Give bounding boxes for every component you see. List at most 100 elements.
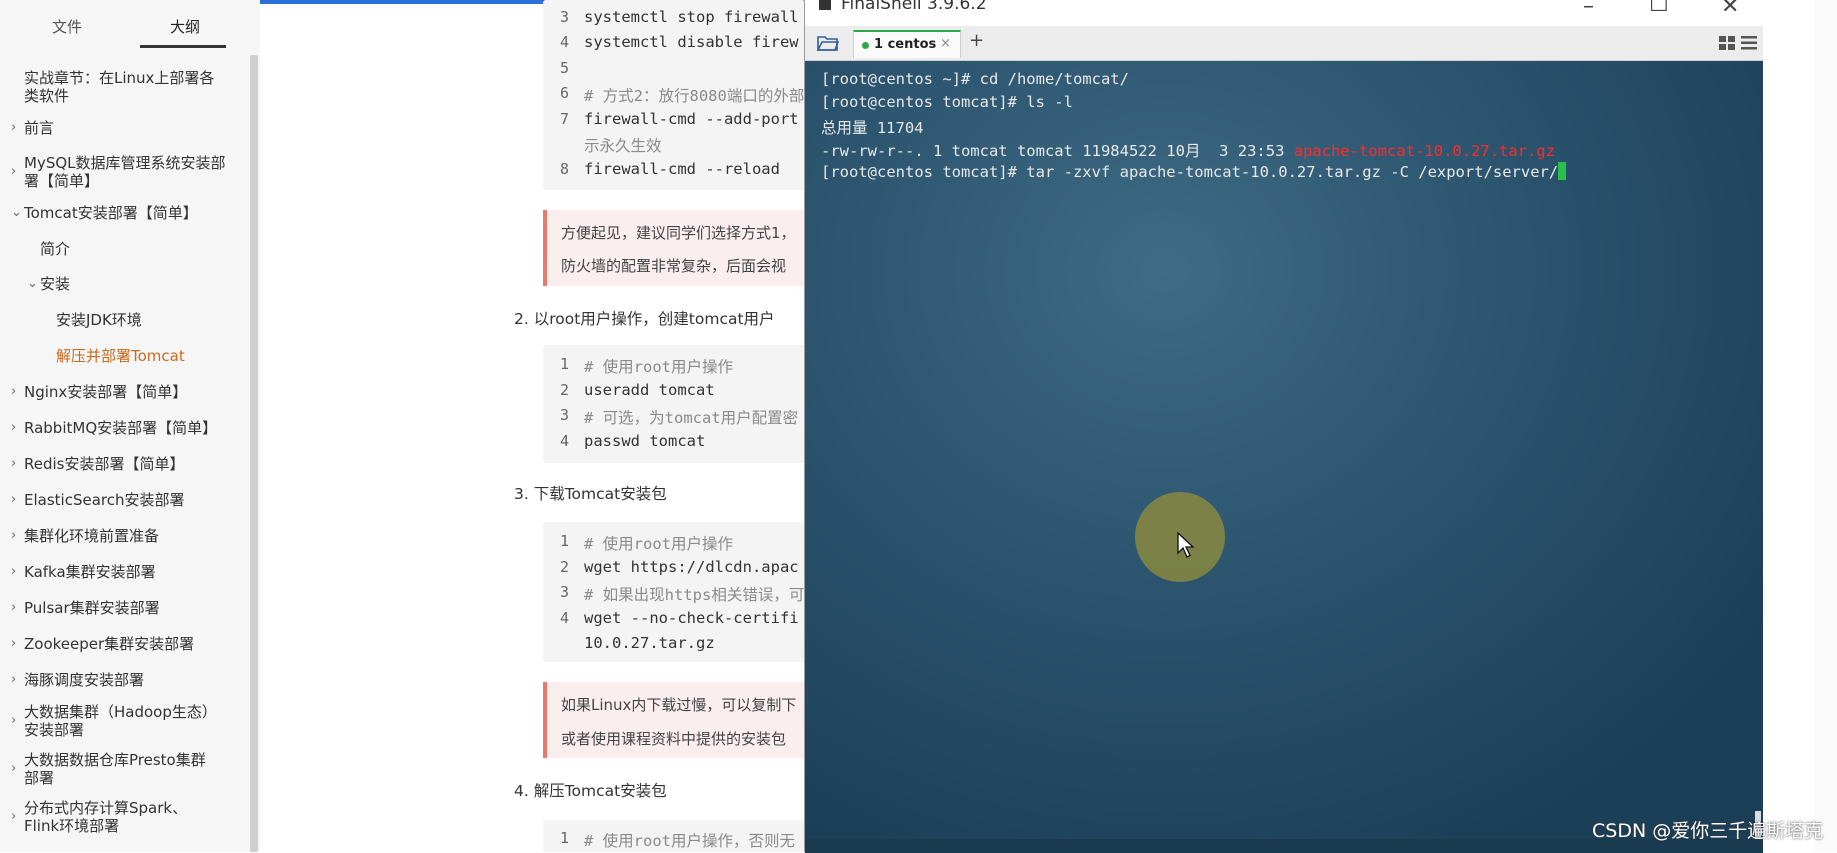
session-tab-centos[interactable]: 1 centos × [853,30,961,58]
toc-item-label: MySQL数据库管理系统安装部 [24,154,226,172]
terminal-console[interactable]: [root@centos ~]# cd /home/tomcat/ [root@… [805,61,1763,853]
toc-item-mysql[interactable]: › MySQL数据库管理系统安装部 署【简单】 [11,154,244,190]
toc-item-redis[interactable]: › Redis安装部署【简单】 [11,455,244,473]
toc-item-zookeeper[interactable]: › Zookeeper集群安装部署 [11,635,244,653]
tab-file[interactable]: 文件 [52,16,82,37]
code-comment: # 使用root用户操作，否则无 [584,832,795,850]
mouse-pointer-icon [1177,532,1195,558]
chevron-right-icon: › [11,120,17,135]
toc-item-label: Zookeeper集群安装部署 [24,635,195,653]
note-text: 防火墙的配置非常复杂，后面会视 [561,257,787,275]
window-titlebar[interactable]: FinalShell 3.9.6.2 – ☐ ✕ [805,0,1763,26]
line-number: 3 [559,406,569,424]
toc-item-install[interactable]: ⌄ 安装 [27,275,260,293]
folder-open-icon[interactable] [817,34,839,52]
code-line: wget https://dlcdn.apac [584,558,799,576]
toc-item-label: ElasticSearch安装部署 [24,491,185,509]
code-comment: # 使用root用户操作 [584,358,733,376]
add-tab-icon[interactable]: + [969,30,984,51]
toc-item-rabbitmq[interactable]: › RabbitMQ安装部署【简单】 [11,419,244,437]
toc-item-label: 大数据集群（Hadoop生态） [24,703,217,721]
step-heading: 3. 下载Tomcat安装包 [514,485,667,503]
line-number: 3 [559,583,569,601]
toc-item-kafka[interactable]: › Kafka集群安装部署 [11,563,244,581]
toc-item-install-jdk[interactable]: 安装JDK环境 [56,311,276,329]
chevron-right-icon: › [11,672,17,687]
chevron-right-icon: › [11,600,17,615]
document-scrollbar[interactable] [1815,0,1837,852]
connected-status-icon [862,42,869,49]
code-line: systemctl disable firew [584,33,799,51]
toc-item-spark-flink[interactable]: › 分布式内存计算Spark、 Flink环境部署 [11,799,244,835]
toc-item-elasticsearch[interactable]: › ElasticSearch安装部署 [11,491,244,509]
toc-item-nginx[interactable]: › Nginx安装部署【简单】 [11,383,244,401]
chevron-right-icon: › [11,384,17,399]
sidebar-scrollbar[interactable] [250,55,258,852]
terminal-line: [root@centos tomcat]# ls -l [821,93,1073,111]
toc-item-label: 安装JDK环境 [56,311,142,329]
toc-item-label-cont: 署【简单】 [24,172,100,190]
toc-item-cluster-prep[interactable]: › 集群化环境前置准备 [11,527,244,545]
toc-item-dolphin[interactable]: › 海豚调度安装部署 [11,671,244,689]
close-tab-icon[interactable]: × [940,36,951,51]
window-title: FinalShell 3.9.6.2 [841,0,987,14]
minimize-icon[interactable]: – [1583,0,1594,19]
chevron-right-icon: › [11,420,17,435]
toc-item-label-cont: 部署 [24,769,55,787]
code-comment: # 可选，为tomcat用户配置密 [584,409,799,427]
chevron-right-icon: › [11,636,17,651]
line-number: 8 [559,160,569,178]
code-block: 1 # 使用root用户操作 2 wget https://dlcdn.apac… [543,522,805,662]
chevron-down-icon: ⌄ [11,205,22,220]
watermark: CSDN @爱你三千遍斯塔克 [1592,820,1824,842]
toc-item-presto[interactable]: › 大数据数据仓库Presto集群 部署 [11,751,244,787]
finalshell-window: FinalShell 3.9.6.2 – ☐ ✕ 1 centos × + [r… [804,0,1763,853]
line-number: 1 [559,532,569,550]
code-block: 1 # 使用root用户操作 2 useradd tomcat 3 # 可选，为… [543,345,805,463]
file-details: -rw-rw-r--. 1 tomcat tomcat 11984522 10月… [821,142,1294,160]
line-number: 5 [559,59,569,77]
line-number: 7 [559,110,569,128]
code-comment: # 使用root用户操作 [584,535,733,553]
toc-item-tomcat[interactable]: ⌄ Tomcat安装部署【简单】 [11,204,244,222]
toc-item-label: 前言 [24,119,55,137]
code-line: useradd tomcat [584,381,715,399]
code-comment: # 方式2：放行8080端口的外部 [584,87,805,105]
chevron-right-icon: › [11,492,17,507]
toc-item-label: Nginx安装部署【简单】 [24,383,188,401]
chevron-right-icon: › [11,456,17,471]
terminal-line: 总用量 11704 [821,119,924,137]
tip-note: 方便起见，建议同学们选择方式1， 防火墙的配置非常复杂，后面会视 [543,210,809,286]
tab-outline[interactable]: 大纲 [170,16,200,37]
chevron-right-icon: › [11,713,17,728]
toc-item-pulsar[interactable]: › Pulsar集群安装部署 [11,599,244,617]
toc-item-intro[interactable]: 简介 [40,240,260,258]
toc-item-label: Kafka集群安装部署 [24,563,156,581]
toc-item-label: 解压并部署Tomcat [56,347,185,365]
toc-item-preface[interactable]: › 前言 [11,119,244,137]
toc-item-label: 实战章节：在Linux上部署各 [24,69,215,87]
code-line: systemctl stop firewall [584,8,799,26]
code-line: firewall-cmd --add-port [584,110,799,128]
toc-item-deploy-tomcat[interactable]: 解压并部署Tomcat [56,347,276,365]
code-comment: # 如果出现https相关错误，可 [584,586,805,604]
note-text: 如果Linux内下载过慢，可以复制下 [561,696,797,714]
code-line: passwd tomcat [584,432,706,450]
line-number: 4 [559,609,569,627]
line-number: 1 [559,355,569,373]
toc-item-label: 海豚调度安装部署 [24,671,145,689]
maximize-icon[interactable]: ☐ [1649,0,1669,17]
grid-view-icon[interactable] [1719,36,1735,50]
terminal-cursor [1558,162,1567,180]
toc-item-chapter[interactable]: 实战章节：在Linux上部署各 类软件 [24,69,244,105]
code-block: 3 systemctl stop firewall 4 systemctl di… [543,0,805,190]
line-number: 4 [559,33,569,51]
active-tab-indicator [140,45,226,48]
chevron-right-icon: › [11,528,17,543]
close-icon[interactable]: ✕ [1721,0,1739,19]
toc-item-hadoop[interactable]: › 大数据集群（Hadoop生态） 安装部署 [11,703,244,739]
step-heading: 4. 解压Tomcat安装包 [514,782,667,800]
toc-item-label: RabbitMQ安装部署【简单】 [24,419,218,437]
list-view-icon[interactable] [1741,36,1757,50]
session-tab-label: 1 centos [874,37,937,52]
